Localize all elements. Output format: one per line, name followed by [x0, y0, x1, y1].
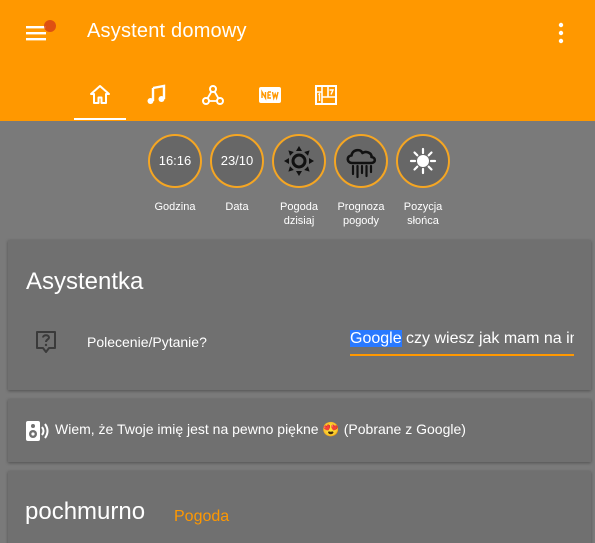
tab-music[interactable] — [130, 72, 182, 120]
weather-today-badge[interactable] — [272, 134, 326, 188]
assistant-card: Asystentka Polecenie/Pytanie? Google czy… — [8, 240, 591, 390]
help-box-icon — [36, 331, 56, 353]
response-text: Wiem, że Twoje imię jest na pewno piękne… — [55, 421, 466, 437]
app-title: Asystent domowy — [87, 20, 247, 42]
clock-value: 16:16 — [158, 153, 192, 168]
clock-badge[interactable]: 16:16 — [148, 134, 202, 188]
weather-today-label: Pogoda dzisiaj — [280, 201, 318, 227]
tab-home[interactable] — [74, 72, 126, 120]
menu-button[interactable] — [18, 16, 58, 50]
dashboard-icon — [315, 85, 337, 105]
more-options-button[interactable] — [548, 18, 574, 48]
assistant-title: Asystentka — [26, 268, 144, 295]
tab-new[interactable] — [244, 72, 296, 120]
question-input-rest: czy wiesz jak mam na imię — [406, 330, 574, 347]
tab-dashboard[interactable] — [300, 72, 352, 120]
more-vert-icon — [558, 22, 564, 44]
question-label: Polecenie/Pytanie? — [87, 334, 207, 350]
app-header: Asystent domowy — [0, 0, 595, 121]
date-badge[interactable]: 23/10 — [210, 134, 264, 188]
sun-position-label: Pozycja słońca — [403, 201, 443, 227]
weather-card[interactable]: pochmurno Pogoda — [8, 471, 591, 543]
new-box-icon — [259, 87, 281, 103]
hub-icon — [202, 85, 224, 105]
question-input-selection: Google — [350, 330, 402, 347]
sun-icon — [409, 147, 437, 175]
weather-label: Pogoda — [174, 508, 230, 525]
sun-gear-icon — [284, 146, 314, 176]
forecast-badge[interactable] — [334, 134, 388, 188]
speaker-icon — [26, 421, 49, 441]
question-input[interactable]: Google czy wiesz jak mam na imię — [350, 328, 574, 356]
question-input-text: Google czy wiesz jak mam na imię — [350, 330, 574, 348]
home-icon — [90, 85, 110, 104]
forecast-label: Prognoza pogody — [337, 201, 385, 227]
response-card: Wiem, że Twoje imię jest na pewno piękne… — [8, 399, 591, 462]
rain-cloud-icon — [346, 148, 377, 179]
weather-state: pochmurno — [25, 498, 146, 525]
notification-dot — [44, 20, 56, 32]
clock-label: Godzina — [154, 201, 196, 213]
tab-hub[interactable] — [187, 72, 239, 120]
sun-position-badge[interactable] — [396, 134, 450, 188]
date-value: 23/10 — [220, 153, 254, 168]
music-note-icon — [147, 84, 166, 104]
date-label: Data — [225, 201, 249, 213]
